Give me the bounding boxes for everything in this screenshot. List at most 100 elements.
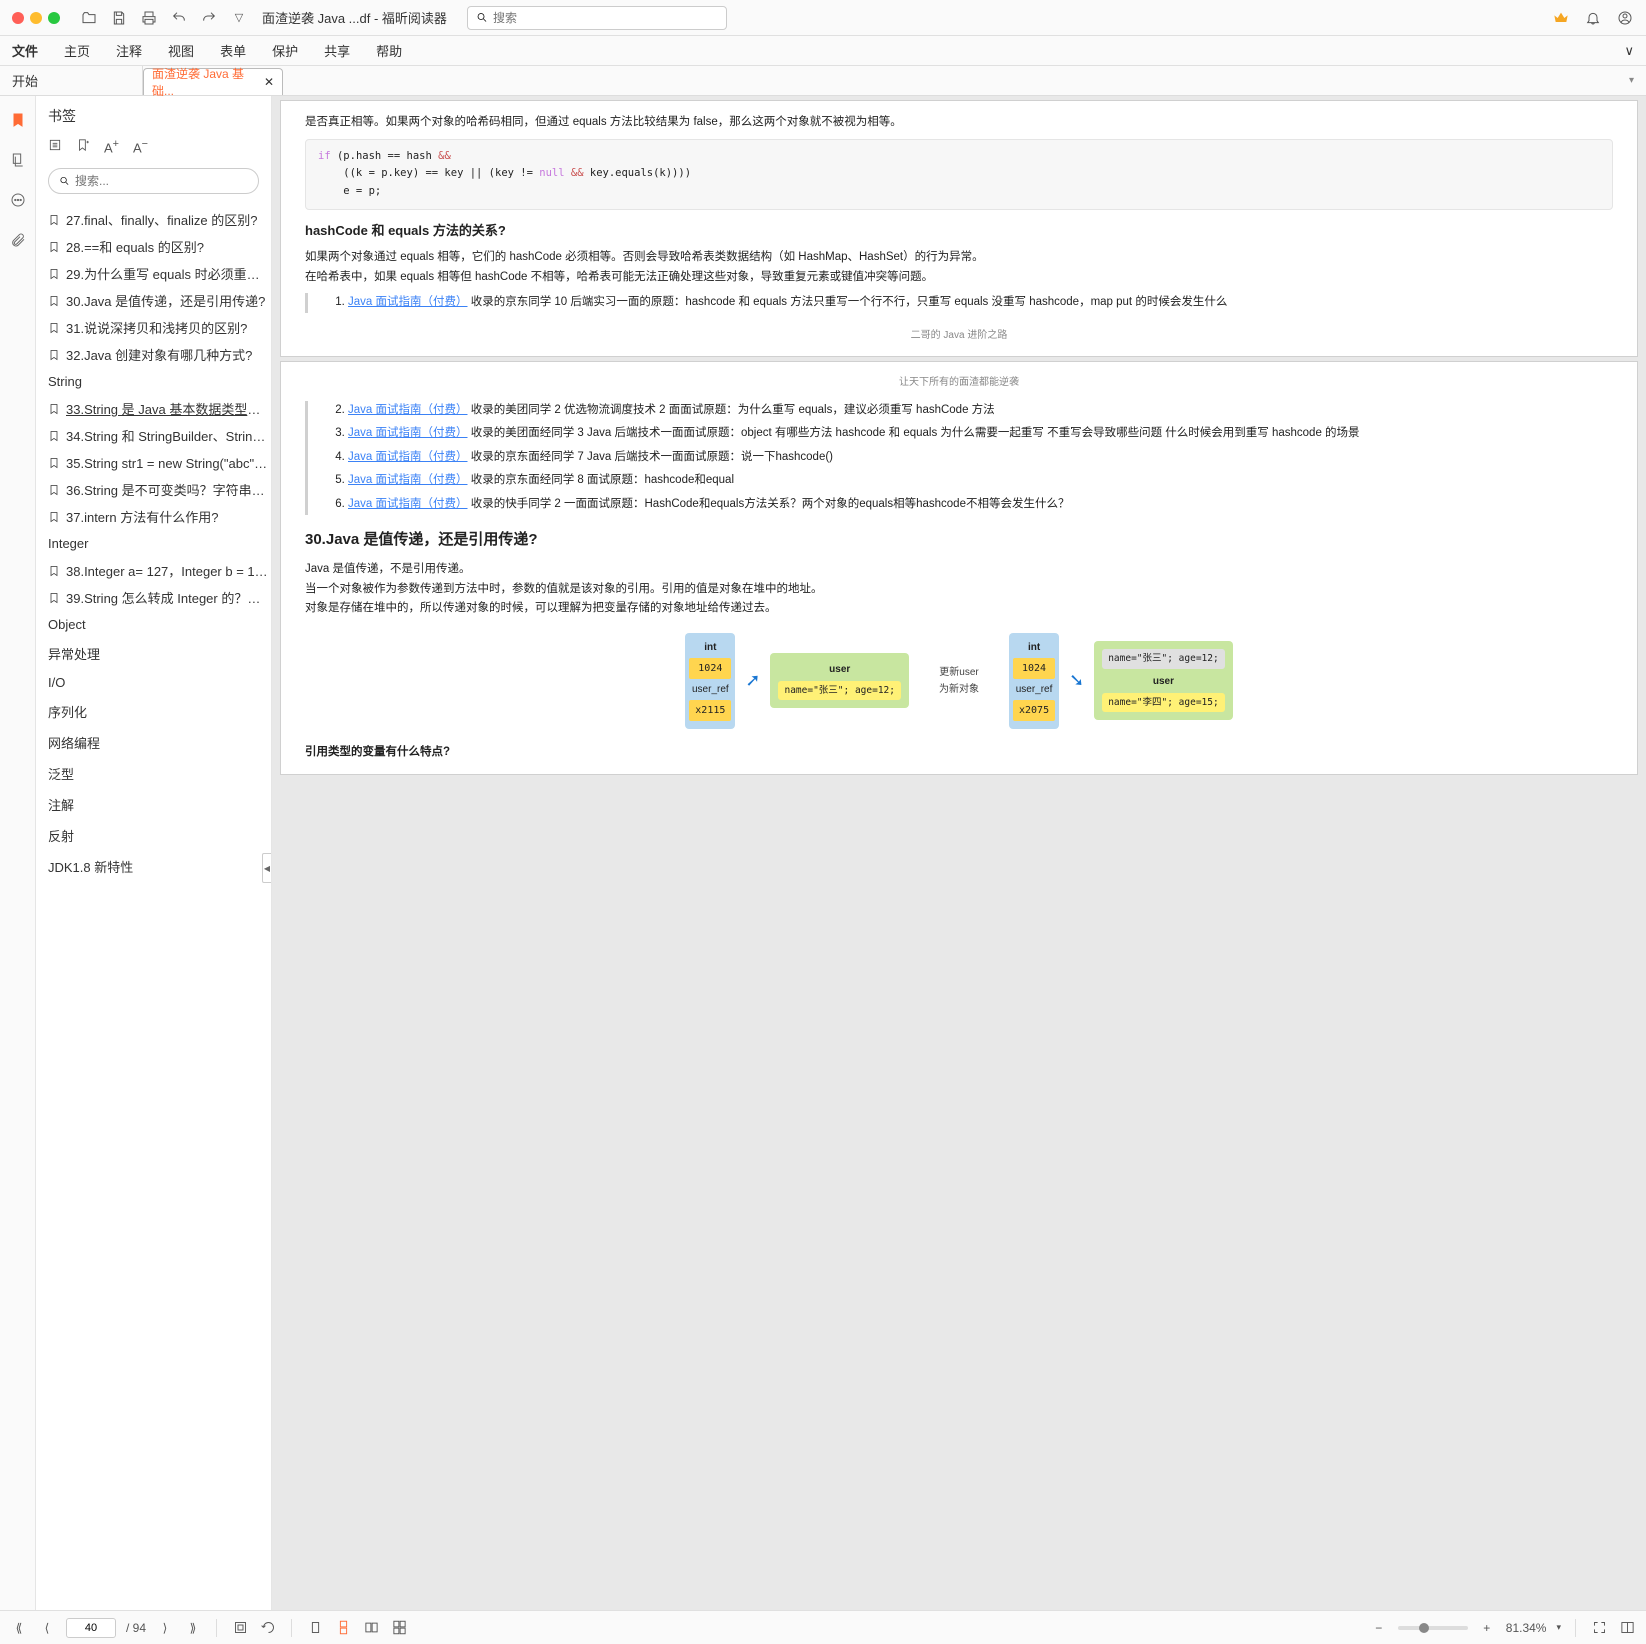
fullscreen-icon[interactable] (1590, 1620, 1608, 1635)
bookmark-label: 34.String 和 StringBuilder、StringBuffer (66, 426, 271, 445)
bookmarks-list[interactable]: 27.final、finally、finalize 的区别?28.==和 equ… (36, 200, 271, 1610)
menu-form[interactable]: 表单 (220, 41, 246, 60)
crown-icon[interactable] (1552, 9, 1570, 27)
bookmark-category[interactable]: 网络编程 (48, 727, 271, 758)
menu-home[interactable]: 主页 (64, 41, 90, 60)
link[interactable]: Java 面试指南（付费） (348, 474, 468, 486)
bookmark-item[interactable]: 31.说说深拷贝和浅拷贝的区别? (48, 314, 271, 341)
menu-share[interactable]: 共享 (324, 41, 350, 60)
bookmark-item[interactable]: 38.Integer a= 127，Integer b = 127；In (48, 557, 271, 584)
first-page-icon[interactable]: ⟪ (10, 1621, 28, 1635)
expand-all-icon[interactable] (48, 138, 62, 156)
last-page-icon[interactable]: ⟫ (184, 1621, 202, 1635)
open-file-icon[interactable] (80, 9, 98, 27)
link[interactable]: Java 面试指南（付费） (348, 498, 468, 510)
tabs-dropdown-icon[interactable]: ▾ (1617, 66, 1646, 95)
bookmark-category[interactable]: I/O (48, 669, 271, 696)
rotate-icon[interactable] (259, 1620, 277, 1635)
redo-icon[interactable] (200, 9, 218, 27)
bookmark-item[interactable]: 27.final、finally、finalize 的区别? (48, 206, 271, 233)
pages-rail-icon[interactable] (8, 150, 28, 170)
comments-rail-icon[interactable] (8, 190, 28, 210)
font-increase-icon[interactable]: A+ (104, 138, 119, 155)
bookmark-category[interactable]: Object (48, 611, 271, 638)
menu-file[interactable]: 文件 (12, 41, 38, 60)
close-window-button[interactable] (12, 12, 24, 24)
zoom-dropdown-icon[interactable]: ▾ (1556, 1622, 1561, 1633)
bookmark-item[interactable]: 37.intern 方法有什么作用? (48, 503, 271, 530)
bookmark-category[interactable]: 反射 (48, 820, 271, 851)
zoom-out-icon[interactable]: − (1370, 1621, 1388, 1635)
bookmark-item[interactable]: 30.Java 是值传递，还是引用传递? (48, 287, 271, 314)
font-decrease-icon[interactable]: A− (133, 138, 148, 155)
maximize-window-button[interactable] (48, 12, 60, 24)
link[interactable]: Java 面试指南（付费） (348, 451, 468, 463)
tab-document-active[interactable]: 面渣逆袭 Java 基础... ✕ (143, 68, 283, 95)
print-icon[interactable] (140, 9, 158, 27)
zoom-in-icon[interactable]: + (1478, 1621, 1496, 1635)
bookmark-category[interactable]: 序列化 (48, 696, 271, 727)
link[interactable]: Java 面试指南（付费） (348, 427, 468, 439)
titlebar-right (1552, 9, 1634, 27)
save-icon[interactable] (110, 9, 128, 27)
heading: hashCode 和 equals 方法的关系? (305, 220, 1613, 242)
search-box[interactable] (467, 6, 727, 30)
link[interactable]: Java 面试指南（付费） (348, 404, 468, 416)
attachments-rail-icon[interactable] (8, 230, 28, 250)
bookmark-category[interactable]: 注解 (48, 789, 271, 820)
bookmark-search-input[interactable] (75, 174, 248, 188)
link[interactable]: Java 面试指南（付费） (348, 296, 468, 308)
bookmark-item[interactable]: 35.String str1 = new String("abc") 和 S (48, 449, 271, 476)
bookmark-item[interactable]: 33.String 是 Java 基本数据类型吗？可以 (48, 395, 271, 422)
bookmark-search-box[interactable] (48, 168, 259, 194)
bookmark-category[interactable]: Integer (48, 530, 271, 557)
close-tab-icon[interactable]: ✕ (264, 75, 274, 89)
list-item: Java 面试指南（付费） 收录的美团面经同学 3 Java 后端技术一面面试原… (348, 424, 1613, 444)
bookmark-item[interactable]: 32.Java 创建对象有哪几种方式? (48, 341, 271, 368)
document-viewport[interactable]: 是否真正相等。如果两个对象的哈希码相同，但通过 equals 方法比较结果为 f… (272, 96, 1646, 1610)
tab-start[interactable]: 开始 (0, 66, 143, 95)
list-item: Java 面试指南（付费） 收录的京东面经同学 8 面试原题：hashcode和… (348, 471, 1613, 491)
prev-page-icon[interactable]: ⟨ (38, 1621, 56, 1635)
quote-block: Java 面试指南（付费） 收录的京东同学 10 后端实习一面的原题：hashc… (305, 293, 1613, 313)
bookmark-label: 32.Java 创建对象有哪几种方式? (66, 345, 252, 364)
bell-icon[interactable] (1584, 9, 1602, 27)
fit-page-icon[interactable] (231, 1620, 249, 1635)
more-icon[interactable]: ▽ (230, 9, 248, 27)
zoom-slider[interactable] (1398, 1626, 1468, 1630)
bookmark-category[interactable]: String (48, 368, 271, 395)
menu-help[interactable]: 帮助 (376, 41, 402, 60)
user-icon[interactable] (1616, 9, 1634, 27)
search-input[interactable] (493, 11, 718, 25)
bookmark-icon (48, 349, 60, 361)
menu-comment[interactable]: 注释 (116, 41, 142, 60)
bookmark-item[interactable]: 39.String 怎么转成 Integer 的？原理? (48, 584, 271, 611)
new-bookmark-icon[interactable] (76, 138, 90, 156)
facing-continuous-icon[interactable] (390, 1620, 408, 1635)
collapse-panel-button[interactable]: ◀ (262, 853, 272, 883)
minimize-window-button[interactable] (30, 12, 42, 24)
bookmark-category[interactable]: JDK1.8 新特性 (48, 851, 271, 882)
main-layout: 书签 A+ A− 27.final、finally、finalize 的区别?2… (0, 96, 1646, 1610)
page-number-input[interactable] (66, 1618, 116, 1638)
menu-protect[interactable]: 保护 (272, 41, 298, 60)
bookmark-item[interactable]: 28.==和 equals 的区别? (48, 233, 271, 260)
menu-collapse-icon[interactable]: ∨ (1624, 43, 1634, 59)
bookmark-item[interactable]: 34.String 和 StringBuilder、StringBuffer (48, 422, 271, 449)
facing-page-icon[interactable] (362, 1620, 380, 1635)
read-mode-icon[interactable] (1618, 1620, 1636, 1635)
quote-block: Java 面试指南（付费） 收录的美团同学 2 优选物流调度技术 2 面面试原题… (305, 401, 1613, 515)
menu-view[interactable]: 视图 (168, 41, 194, 60)
continuous-page-icon[interactable] (334, 1620, 352, 1635)
next-page-icon[interactable]: ⟩ (156, 1621, 174, 1635)
single-page-icon[interactable] (306, 1620, 324, 1635)
bookmark-icon (48, 484, 60, 496)
bookmark-label: 37.intern 方法有什么作用? (66, 507, 218, 526)
undo-icon[interactable] (170, 9, 188, 27)
bookmark-item[interactable]: 36.String 是不可变类吗？字符串拼接是如 (48, 476, 271, 503)
bookmark-category[interactable]: 异常处理 (48, 638, 271, 669)
bookmark-category[interactable]: 泛型 (48, 758, 271, 789)
bookmarks-rail-icon[interactable] (8, 110, 28, 130)
bookmark-item[interactable]: 29.为什么重写 equals 时必须重写 hashCode (48, 260, 271, 287)
paragraph: 引用类型的变量有什么特点? (305, 743, 1613, 763)
